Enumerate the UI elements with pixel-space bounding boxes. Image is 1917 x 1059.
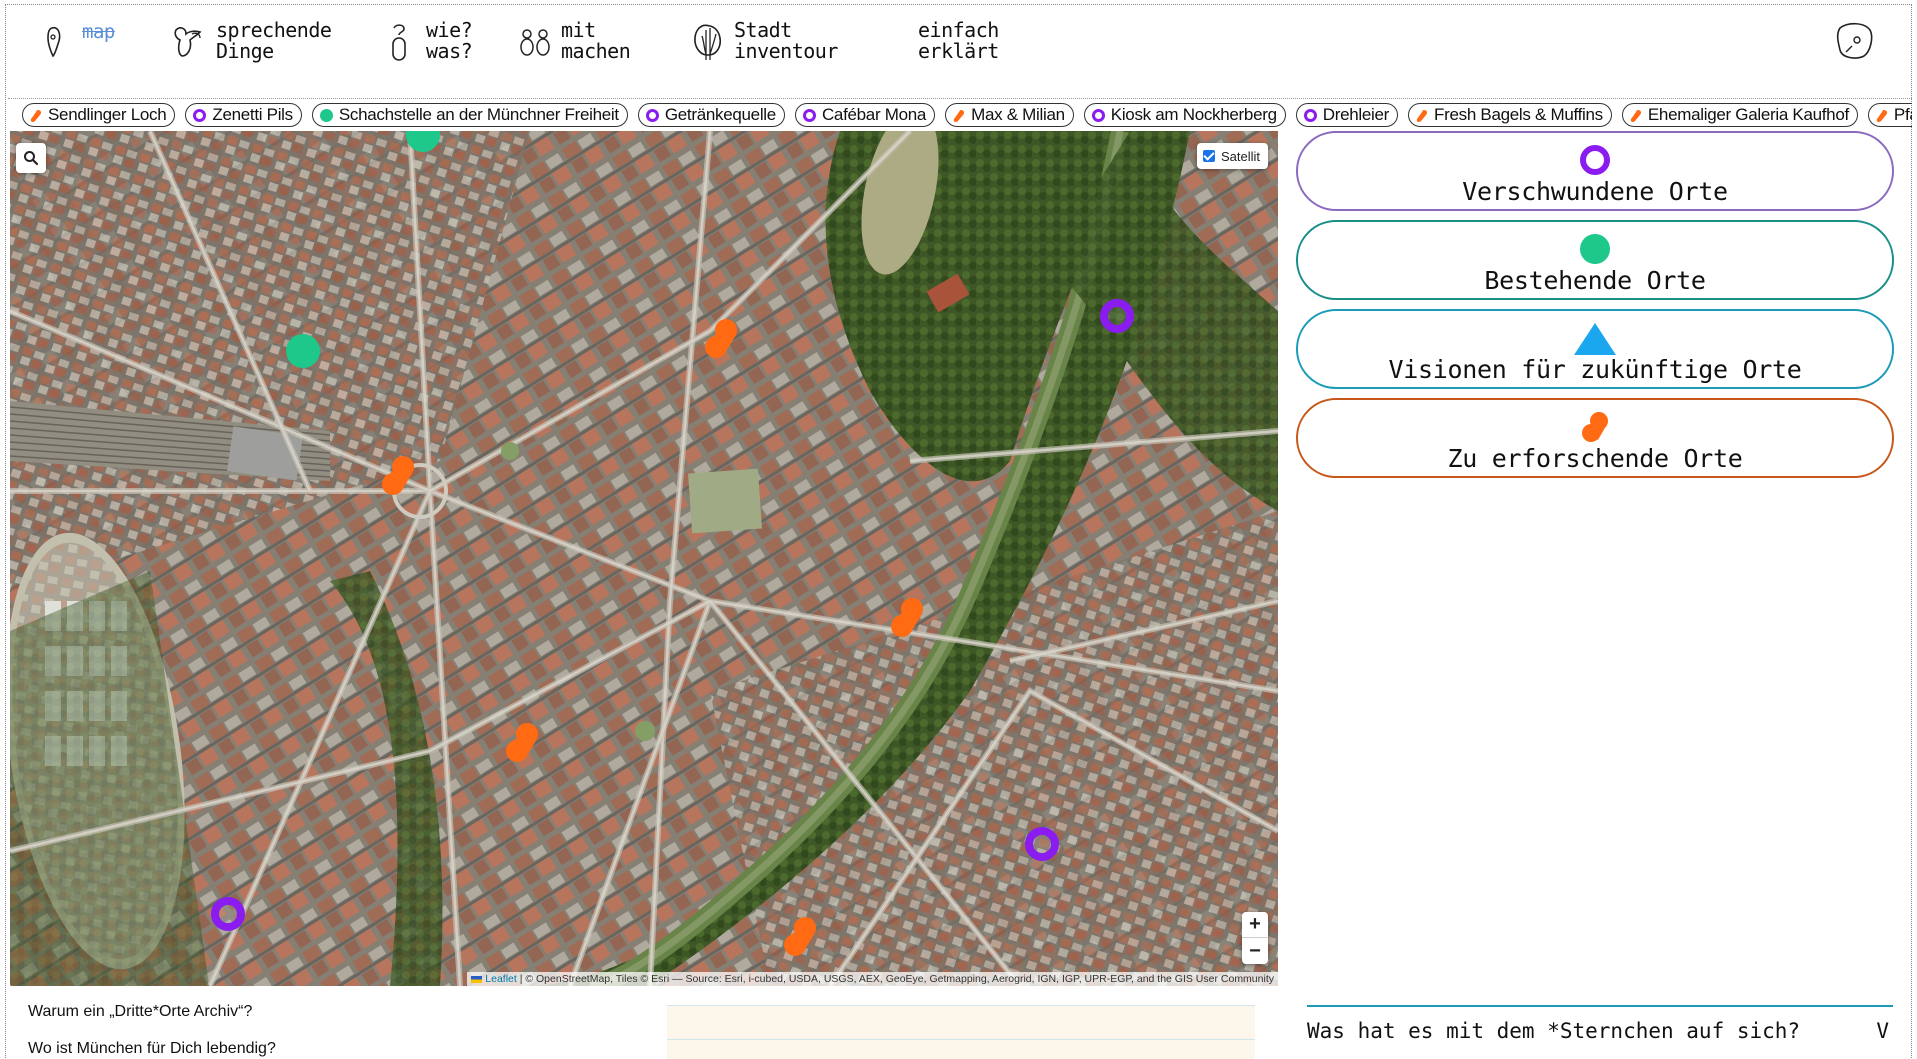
attribution-text: | © OpenStreetMap, Tiles © Esri — Source… xyxy=(516,973,1274,985)
legend-verschwundene-orte[interactable]: Verschwundene Orte xyxy=(1296,131,1894,211)
zoom-in-button[interactable]: + xyxy=(1242,912,1268,938)
satellite-layer-toggle[interactable]: Satellit xyxy=(1196,143,1268,169)
legend-visionen[interactable]: Visionen für zukünftige Orte xyxy=(1296,309,1894,389)
nav-stadt-inventour[interactable]: Stadt inventour xyxy=(688,20,838,64)
ticker-chip-label: Schachstelle an der Münchner Freiheit xyxy=(338,105,619,124)
content-panel xyxy=(667,1005,1255,1059)
nav-wie-was-label: wie? was? xyxy=(426,18,473,63)
map-marker-zu-erforschen[interactable] xyxy=(381,454,415,498)
ticker-chip-label: Pfann xyxy=(1893,105,1912,124)
nav-einfach-erklaert[interactable]: einfach erklärt xyxy=(916,20,999,62)
ticker-chip-label: Kiosk am Nockherberg xyxy=(1110,105,1277,124)
map-marker-bestehend[interactable] xyxy=(285,333,321,369)
purple-ring-icon xyxy=(645,108,659,122)
map-attribution: Leaflet | © OpenStreetMap, Tiles © Esri … xyxy=(467,972,1278,986)
top-navigation: map sprechende Dinge wie? was? mit mache… xyxy=(0,0,1917,98)
purple-ring-icon xyxy=(1091,108,1105,122)
purple-ring-icon xyxy=(802,108,816,122)
ticker-chip-label: Ehemaliger Galeria Kaufhof xyxy=(1647,105,1849,124)
blue-triangle-icon xyxy=(1574,323,1616,355)
map-marker-verschwunden[interactable] xyxy=(209,895,247,933)
legend-label: Visionen für zukünftige Orte xyxy=(1388,355,1802,384)
map-marker-verschwunden[interactable] xyxy=(1098,297,1136,335)
ticker-chip[interactable]: Kiosk am Nockherberg xyxy=(1083,103,1286,127)
orange-blob-icon xyxy=(1416,108,1428,123)
faq-question: Was hat es mit dem *Sternchen auf sich? xyxy=(1307,1019,1801,1043)
legend-label: Zu erforschende Orte xyxy=(1447,444,1743,473)
ticker-chip-label: Getränkequelle xyxy=(664,105,776,124)
map-marker-verschwunden[interactable] xyxy=(1023,825,1061,863)
map-search-button[interactable] xyxy=(16,143,46,173)
legend-bestehende-orte[interactable]: Bestehende Orte xyxy=(1296,220,1894,300)
orange-blob-icon xyxy=(1630,108,1642,123)
satellite-map[interactable]: Satellit + − Leaflet | © OpenStreetMap, … xyxy=(10,131,1278,986)
satellite-label: Satellit xyxy=(1220,148,1260,164)
ticker-chip-label: Cafébar Mona xyxy=(821,105,927,124)
nav-mitmachen[interactable]: mit machen xyxy=(515,18,631,64)
map-marker-bestehend[interactable] xyxy=(405,131,441,153)
nav-einfach-erklaert-label: einfach erklärt xyxy=(918,18,999,63)
ticker-divider xyxy=(8,98,1912,99)
faq-list: Warum ein „Dritte*Orte Archiv“? Wo ist M… xyxy=(28,1003,276,1059)
pin-outline-icon xyxy=(47,26,61,58)
map-marker-zu-erforschen[interactable] xyxy=(505,721,539,765)
ticker-chip-label: Zenetti Pils xyxy=(212,105,293,124)
orange-blob-icon xyxy=(953,108,965,123)
ticker-chip-label: Sendlinger Loch xyxy=(48,105,167,124)
ticker-chip[interactable]: Getränkequelle xyxy=(637,103,785,127)
map-marker-zu-erforschen[interactable] xyxy=(783,915,817,959)
face-sketch-icon[interactable] xyxy=(1834,20,1874,60)
nav-map-label: map xyxy=(82,21,115,43)
nav-stadt-inventour-label: Stadt inventour xyxy=(734,18,838,63)
accordion-toggle-icon[interactable]: V xyxy=(1876,1019,1889,1043)
map-marker-zu-erforschen[interactable] xyxy=(890,596,924,640)
zoom-control: + − xyxy=(1242,912,1268,964)
orange-blob-icon xyxy=(30,108,42,123)
ticker-chip[interactable]: Drehleier xyxy=(1295,103,1399,127)
legend-label: Bestehende Orte xyxy=(1484,266,1706,295)
satellite-imagery[interactable] xyxy=(10,131,1278,986)
ticker-chip[interactable]: Pfann xyxy=(1867,103,1912,127)
people-icon xyxy=(520,29,550,56)
faq-accordion-sternchen[interactable]: Was hat es mit dem *Sternchen auf sich? … xyxy=(1307,1005,1893,1055)
nav-mitmachen-label: mit machen xyxy=(561,18,631,63)
ticker-chip[interactable]: Sendlinger Loch xyxy=(22,103,176,127)
ticker-chip-label: Max & Milian xyxy=(971,105,1065,124)
satellite-checkbox[interactable] xyxy=(1202,150,1215,162)
ticker-chip[interactable]: Ehemaliger Galeria Kaufhof xyxy=(1621,103,1858,127)
place-ticker: Sendlinger Loch Zenetti Pils Schachstelle … xyxy=(22,103,1912,129)
ticker-chip-label: Drehleier xyxy=(1322,105,1390,124)
ticker-chip[interactable]: Max & Milian xyxy=(945,103,1074,127)
nav-sprechende-dinge-label: sprechende Dinge xyxy=(216,18,332,63)
nav-wie-was[interactable]: wie? was? xyxy=(380,18,473,64)
nav-map[interactable]: map xyxy=(40,20,115,64)
leaflet-link[interactable]: Leaflet xyxy=(485,973,517,985)
tree-icon xyxy=(694,24,722,60)
green-dot-icon xyxy=(1580,234,1610,264)
green-dot-icon xyxy=(319,108,333,122)
ticker-chip[interactable]: Fresh Bagels & Muffins xyxy=(1408,103,1612,127)
purple-ring-icon xyxy=(1580,145,1610,175)
ticker-chip-label: Fresh Bagels & Muffins xyxy=(1434,105,1603,124)
panel-divider xyxy=(667,1039,1255,1040)
legend-zu-erforschende-orte[interactable]: Zu erforschende Orte xyxy=(1296,398,1894,478)
faq-item-wo[interactable]: Wo ist München für Dich lebendig? xyxy=(28,1040,276,1059)
question-figure-icon xyxy=(392,24,406,61)
magnifier-icon xyxy=(24,151,39,166)
nav-sprechende-dinge[interactable]: sprechende Dinge xyxy=(170,18,332,64)
faq-item-warum[interactable]: Warum ein „Dritte*Orte Archiv“? xyxy=(28,1003,276,1040)
purple-ring-icon xyxy=(1303,108,1317,122)
talking-object-icon xyxy=(174,27,202,57)
ticker-chip[interactable]: Schachstelle an der Münchner Freiheit xyxy=(311,103,628,127)
zoom-out-button[interactable]: − xyxy=(1242,938,1268,964)
orange-blob-icon xyxy=(1876,108,1888,123)
ukraine-flag-icon xyxy=(471,975,483,983)
legend-label: Verschwundene Orte xyxy=(1462,177,1728,206)
map-marker-zu-erforschen[interactable] xyxy=(704,317,738,361)
ticker-chip[interactable]: Zenetti Pils xyxy=(185,103,302,127)
ticker-chip[interactable]: Cafébar Mona xyxy=(794,103,936,127)
purple-ring-icon xyxy=(193,108,207,122)
category-legend: Verschwundene Orte Bestehende Orte Visio… xyxy=(1296,131,1894,487)
orange-blob-icon xyxy=(1582,412,1608,442)
